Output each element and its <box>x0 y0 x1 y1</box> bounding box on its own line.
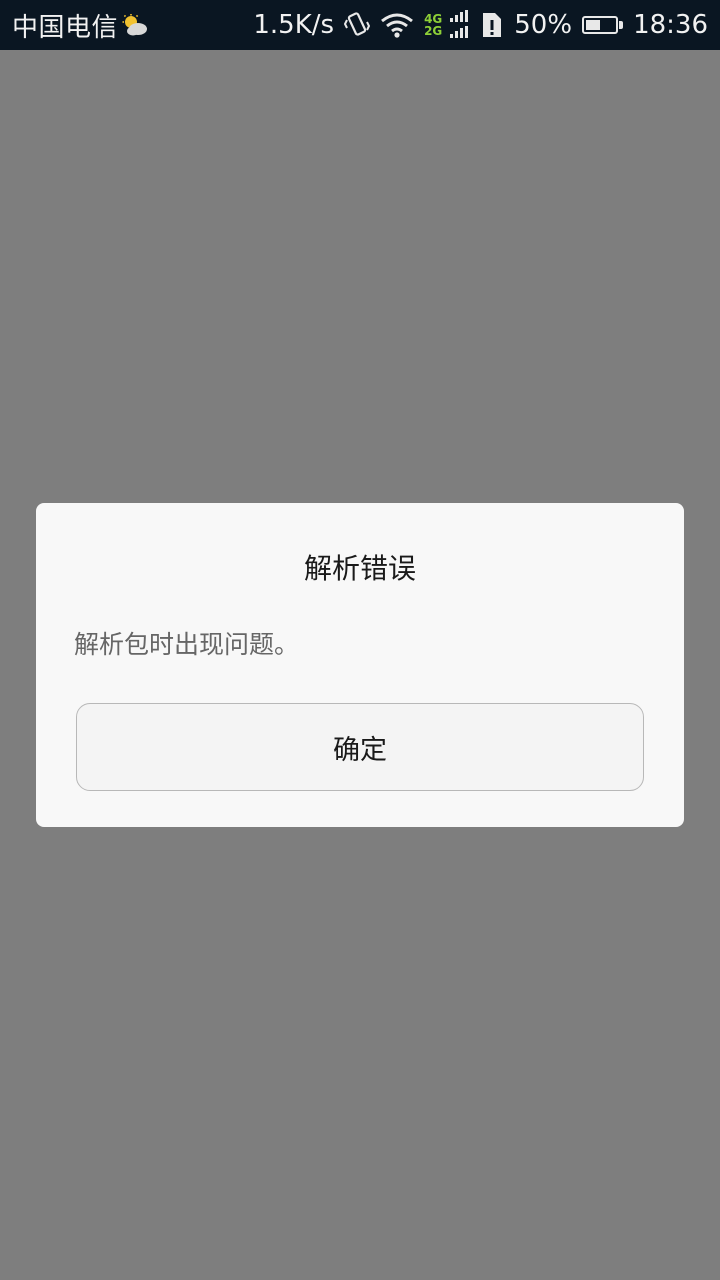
battery-fill <box>586 20 601 30</box>
dialog-title: 解析错误 <box>303 552 416 585</box>
partly-cloudy-icon <box>122 14 148 36</box>
status-right: 1.5K/s 4G 2G 50% 18:36 <box>253 10 708 40</box>
battery-body <box>582 16 619 34</box>
status-bar: 中国电信 1.5K/s 4G 2G 50% 18:36 <box>0 0 720 50</box>
network-type-icon: 4G 2G <box>424 13 442 37</box>
battery-percent: 50% <box>514 10 573 40</box>
carrier-name: 中国电信 <box>12 12 119 43</box>
confirm-button[interactable]: 确定 <box>76 703 644 791</box>
network-type-bottom: 2G <box>424 24 443 38</box>
parse-error-dialog: 解析错误 解析包时出现问题。 确定 <box>36 503 684 827</box>
signal-icon <box>450 10 470 40</box>
battery-icon <box>582 16 624 34</box>
network-type-label: 4G 2G <box>424 13 442 37</box>
status-left: 中国电信 <box>12 7 148 44</box>
wifi-icon <box>380 12 414 38</box>
dialog-message: 解析包时出现问题。 <box>74 630 300 659</box>
sim-alert-icon <box>480 11 504 39</box>
clock: 18:36 <box>633 10 708 40</box>
vibrate-icon <box>344 10 371 40</box>
network-speed: 1.5K/s <box>253 10 335 40</box>
battery-cap <box>619 21 624 29</box>
